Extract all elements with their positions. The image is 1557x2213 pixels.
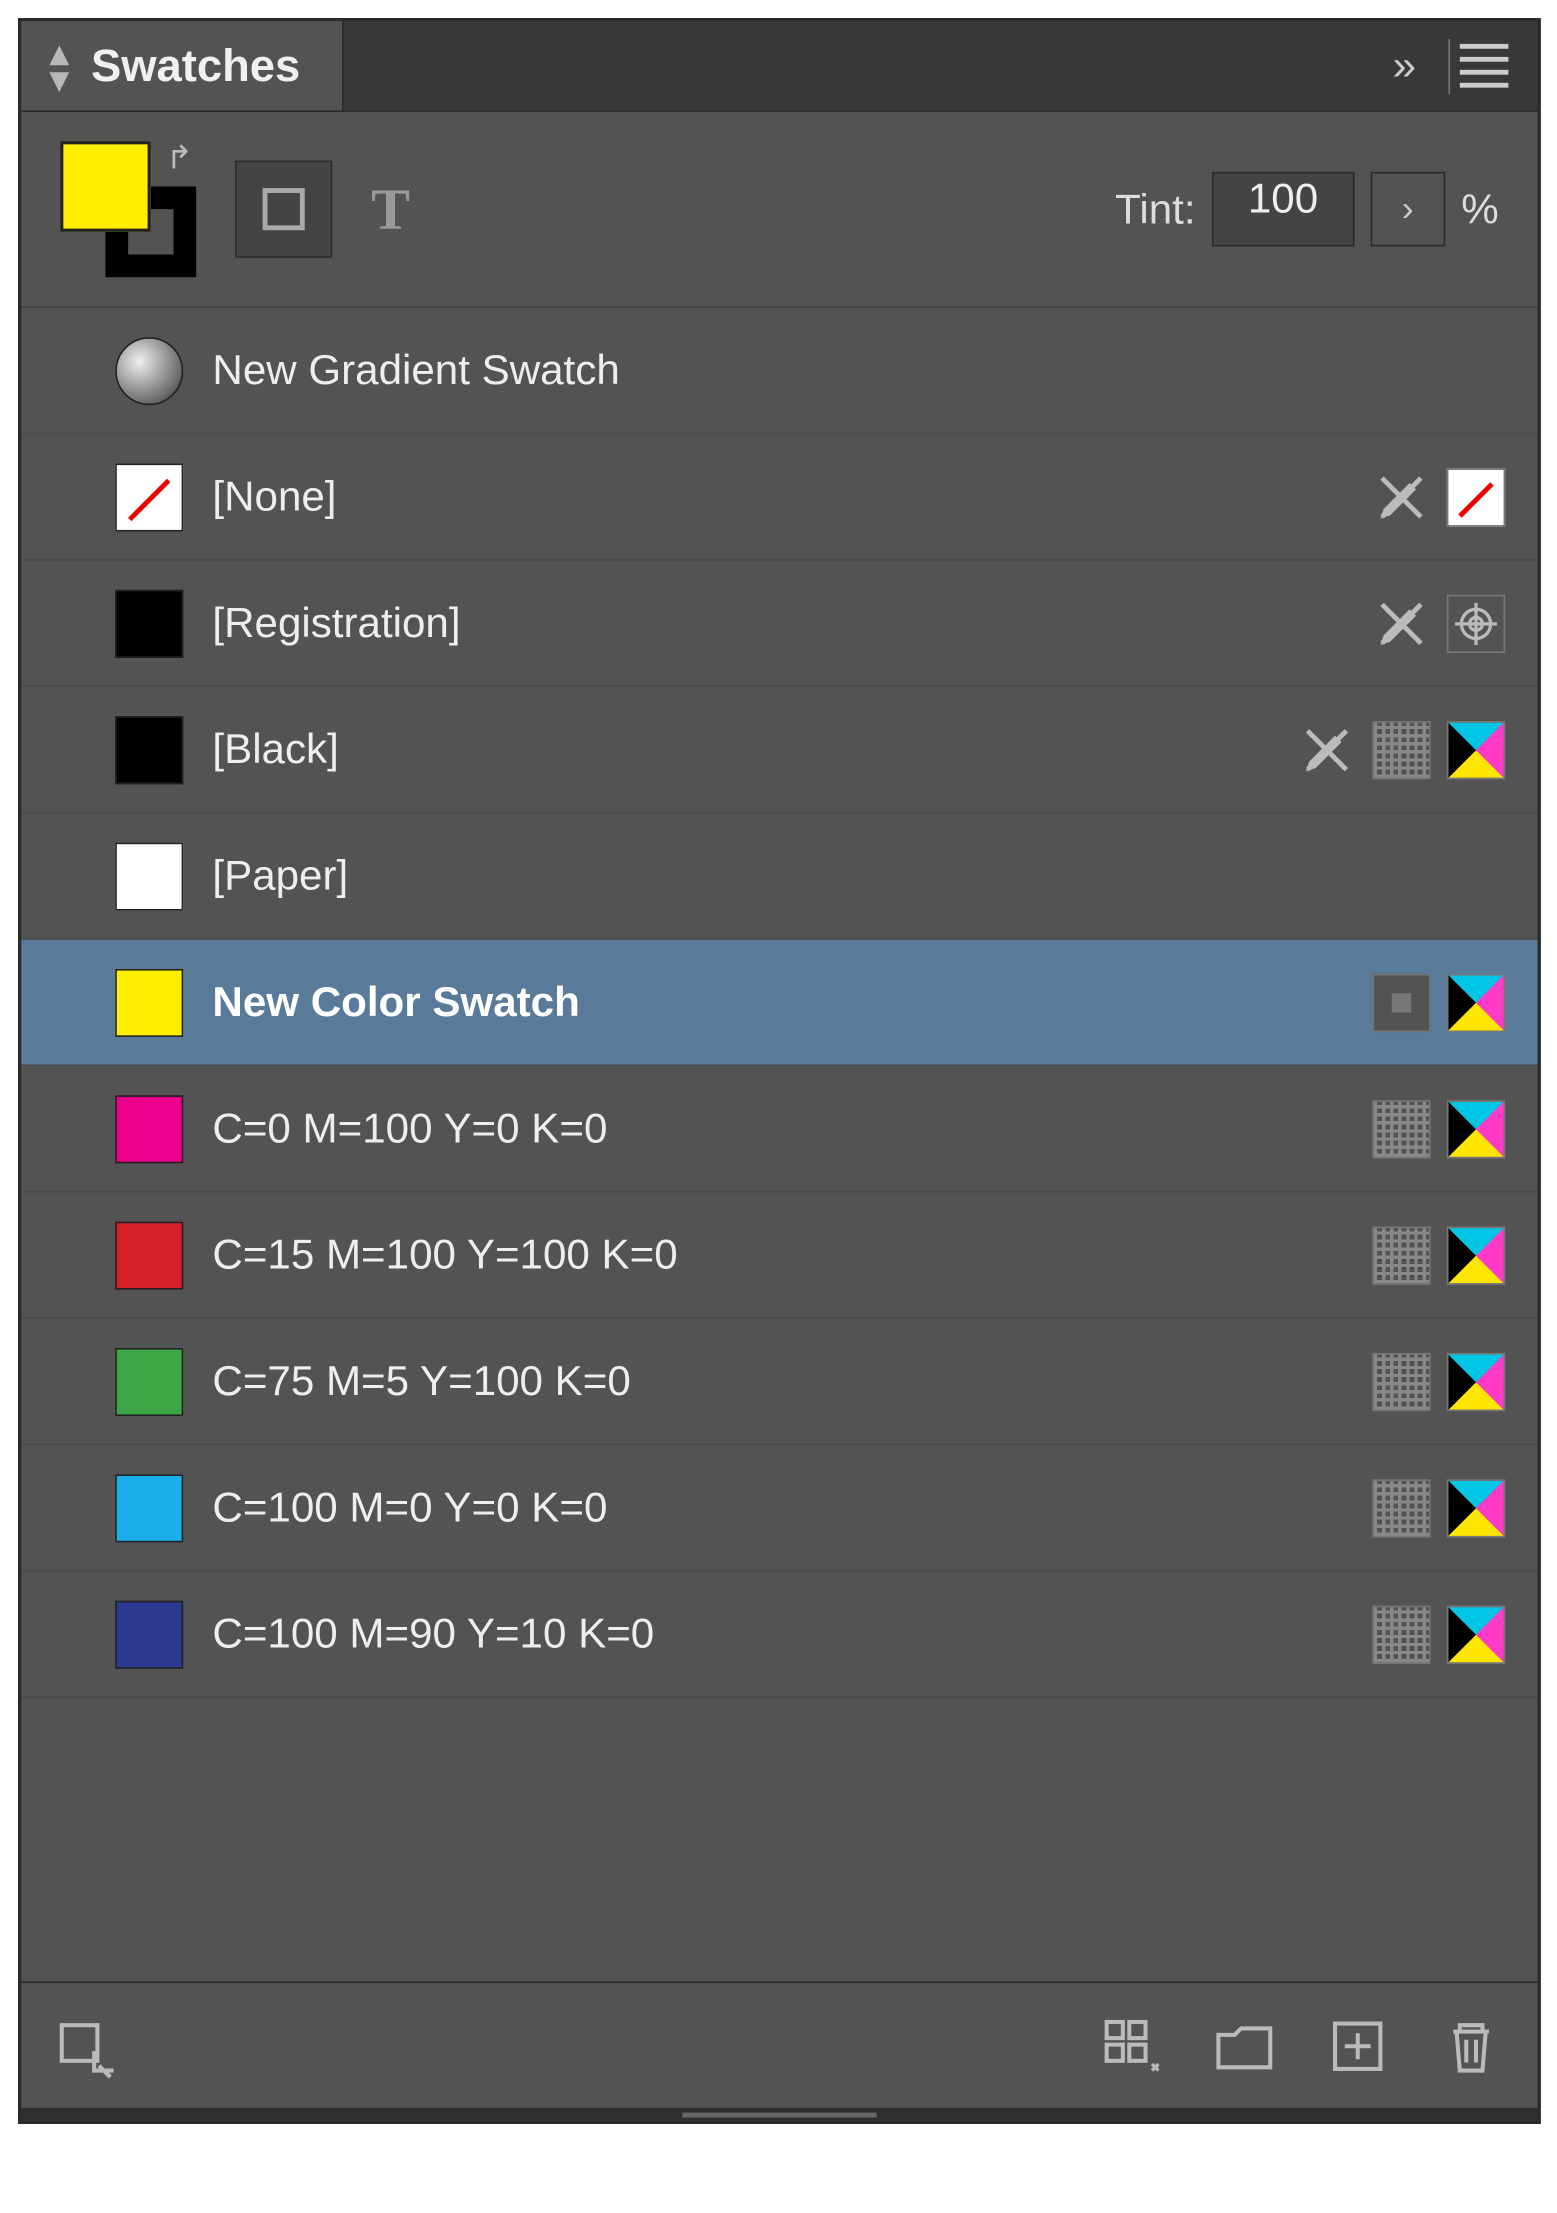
swap-fill-stroke-icon[interactable]: ↱ — [166, 138, 193, 179]
cmyk-mode-icon — [1447, 720, 1505, 778]
formatting-text-button[interactable]: T — [371, 175, 410, 243]
swatch-thumbnail — [115, 715, 183, 783]
swatch-name: C=100 M=90 Y=10 K=0 — [212, 1609, 1343, 1659]
swatch-name: C=75 M=5 Y=100 K=0 — [212, 1356, 1343, 1406]
panel-menu-button[interactable] — [1460, 44, 1509, 88]
swatch-row[interactable]: C=15 M=100 Y=100 K=0 — [21, 1193, 1537, 1319]
square-icon — [263, 188, 305, 230]
swatch-name: New Gradient Swatch — [212, 345, 1476, 395]
non-editable-icon — [1372, 594, 1430, 652]
process-color-icon — [1372, 1099, 1430, 1157]
none-type-icon — [1447, 468, 1505, 526]
swatch-badges — [1298, 720, 1505, 778]
swatch-thumbnail — [115, 1094, 183, 1162]
cmyk-mode-icon — [1447, 1099, 1505, 1157]
panel-title: Swatches — [91, 40, 300, 92]
swatch-row[interactable]: [None] — [21, 434, 1537, 560]
swatch-thumbnail — [115, 463, 183, 531]
swatch-row[interactable]: C=0 M=100 Y=0 K=0 — [21, 1066, 1537, 1192]
swatch-thumbnail — [115, 968, 183, 1036]
fill-proxy[interactable] — [60, 141, 151, 232]
swatch-row[interactable]: [Black] — [21, 687, 1537, 813]
cmyk-mode-icon — [1447, 1478, 1505, 1536]
show-swatch-views-button[interactable] — [1097, 2011, 1165, 2079]
swatch-thumbnail — [115, 336, 183, 404]
panel-tab-bar: ▴▾ Swatches » — [21, 21, 1537, 112]
swatch-thumbnail — [115, 1221, 183, 1289]
swatch-list: New Gradient Swatch [None] [Registration] [… — [21, 308, 1537, 1981]
swatch-row[interactable]: C=100 M=90 Y=10 K=0 — [21, 1572, 1537, 1698]
tint-input[interactable]: 100 — [1212, 172, 1355, 247]
swatch-badges — [1372, 594, 1505, 652]
swatch-name: C=100 M=0 Y=0 K=0 — [212, 1482, 1343, 1532]
swatch-badges — [1372, 973, 1505, 1031]
swatch-name: [Paper] — [212, 851, 1476, 901]
swatch-name: C=0 M=100 Y=0 K=0 — [212, 1103, 1343, 1153]
swatch-badges — [1372, 1099, 1505, 1157]
swatch-name: [Registration] — [212, 598, 1343, 648]
cmyk-mode-icon — [1447, 973, 1505, 1031]
registration-type-icon — [1447, 594, 1505, 652]
swatch-badges — [1372, 468, 1505, 526]
swatch-row[interactable]: [Paper] — [21, 813, 1537, 939]
swatch-badges — [1372, 1478, 1505, 1536]
swatch-thumbnail — [115, 842, 183, 910]
panel-footer — [21, 1981, 1537, 2107]
swatch-row[interactable]: C=75 M=5 Y=100 K=0 — [21, 1319, 1537, 1445]
collapse-panel-button[interactable]: » — [1370, 41, 1439, 91]
swatch-row[interactable]: New Gradient Swatch — [21, 308, 1537, 434]
swatch-name: C=15 M=100 Y=100 K=0 — [212, 1230, 1343, 1280]
swatches-panel: ▴▾ Swatches » ↱ T Tint: 100 › % New Grad… — [18, 18, 1541, 2124]
swatch-badges — [1372, 1352, 1505, 1410]
process-color-icon — [1372, 1226, 1430, 1284]
tint-control: Tint: 100 › % — [1115, 172, 1499, 247]
process-color-icon — [1372, 720, 1430, 778]
new-color-group-button[interactable] — [1210, 2011, 1278, 2079]
swatch-name: New Color Swatch — [212, 977, 1343, 1027]
swatch-row[interactable]: New Color Swatch — [21, 940, 1537, 1066]
swatch-thumbnail — [115, 1600, 183, 1668]
tint-label: Tint: — [1115, 184, 1195, 234]
swatch-row[interactable]: [Registration] — [21, 561, 1537, 687]
formatting-container-button[interactable] — [235, 161, 332, 258]
swatch-thumbnail — [115, 589, 183, 657]
non-editable-icon — [1298, 720, 1356, 778]
tab-swatches[interactable]: ▴▾ Swatches — [21, 21, 344, 110]
swatch-badges — [1372, 1226, 1505, 1284]
tint-unit: % — [1461, 184, 1498, 234]
swatch-row[interactable]: C=100 M=0 Y=0 K=0 — [21, 1445, 1537, 1571]
swatch-name: [Black] — [212, 724, 1268, 774]
spot-color-icon — [1372, 973, 1430, 1031]
fill-stroke-proxy[interactable]: ↱ — [60, 141, 196, 277]
process-color-icon — [1372, 1605, 1430, 1663]
expand-collapse-icon: ▴▾ — [50, 41, 68, 91]
swatch-thumbnail — [115, 1474, 183, 1542]
resize-gripper[interactable] — [21, 2108, 1537, 2121]
add-to-cc-library-button[interactable] — [54, 2011, 122, 2079]
cmyk-mode-icon — [1447, 1352, 1505, 1410]
tint-stepper[interactable]: › — [1370, 172, 1445, 247]
swatch-thumbnail — [115, 1347, 183, 1415]
swatch-name: [None] — [212, 472, 1343, 522]
process-color-icon — [1372, 1352, 1430, 1410]
non-editable-icon — [1372, 468, 1430, 526]
cmyk-mode-icon — [1447, 1605, 1505, 1663]
process-color-icon — [1372, 1478, 1430, 1536]
swatch-toolbar: ↱ T Tint: 100 › % — [21, 112, 1537, 308]
swatch-badges — [1372, 1605, 1505, 1663]
delete-swatch-button[interactable] — [1437, 2011, 1505, 2079]
new-swatch-button[interactable] — [1324, 2011, 1392, 2079]
cmyk-mode-icon — [1447, 1226, 1505, 1284]
divider — [1448, 38, 1450, 93]
